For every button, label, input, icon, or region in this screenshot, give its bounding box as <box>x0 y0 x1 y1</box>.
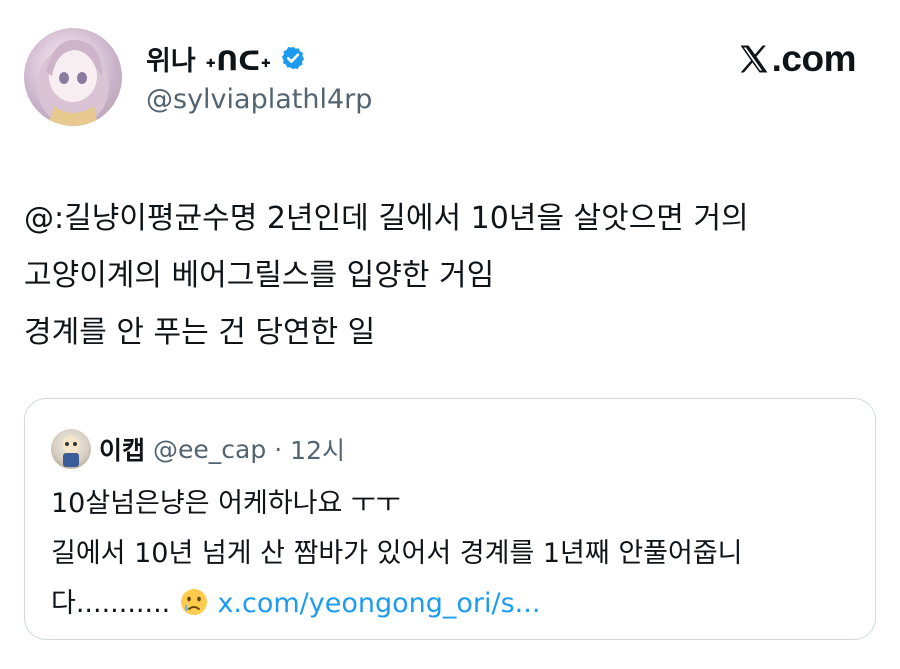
quoted-tweet-line-with-link: 다........... x.com/yeongong_ori/s... <box>51 579 866 629</box>
tweet-line: 고양이계의 베어그릴스를 입양한 거임 <box>24 258 495 293</box>
tweet-line: 경계를 안 푸는 건 당연한 일 <box>24 315 376 350</box>
tweet-line: @:길냥이평균수명 2년인데 길에서 10년을 살앗으면 거의 <box>24 201 749 236</box>
quoted-author-display-name[interactable]: 이캡 <box>99 431 145 467</box>
quoted-tweet-line: 길에서 10년 넘게 산 짬바가 있어서 경계를 1년째 안풀어줍니 <box>51 538 743 569</box>
quoted-tweet-timestamp[interactable]: 12시 <box>290 431 345 467</box>
quoted-author-avatar[interactable] <box>51 429 91 469</box>
author-display-name[interactable]: 위나 ˖ᑎᑕ˖ <box>146 39 272 78</box>
x-logo-icon <box>740 45 768 73</box>
quoted-tweet-line: 10살넘은냥은 어케하나요 ㅜㅜ <box>51 488 401 519</box>
tweet-text: @:길냥이평균수명 2년인데 길에서 10년을 살앗으면 거의 고양이계의 베어… <box>24 190 884 361</box>
cartoon-character-avatar-image <box>62 436 80 467</box>
author-handle[interactable]: @sylviaplathl4rp <box>146 84 372 115</box>
site-logo-text: .com <box>771 38 857 79</box>
quoted-author-handle[interactable]: @ee_cap <box>153 435 266 464</box>
quoted-tweet-card[interactable]: 이캡 @ee_cap · 12시 10살넘은냥은 어케하나요 ㅜㅜ 길에서 10년 … <box>24 398 876 640</box>
site-logo[interactable]: .com <box>737 38 857 80</box>
crying-face-icon <box>180 589 207 615</box>
author-avatar[interactable] <box>24 28 122 126</box>
separator-dot: · <box>274 434 283 464</box>
quoted-tweet-link[interactable]: x.com/yeongong_ori/s... <box>217 588 540 619</box>
anime-girl-avatar-image <box>37 39 109 126</box>
author-name-row: 위나 ˖ᑎᑕ˖ <box>146 39 306 78</box>
verified-badge-icon <box>281 46 304 70</box>
quoted-tweet-header: 이캡 @ee_cap · 12시 <box>51 427 345 471</box>
quoted-tweet-text: 10살넘은냥은 어케하나요 ㅜㅜ 길에서 10년 넘게 산 짬바가 있어서 경계… <box>51 479 866 629</box>
quoted-tweet-line-text: 다........... <box>51 588 171 619</box>
